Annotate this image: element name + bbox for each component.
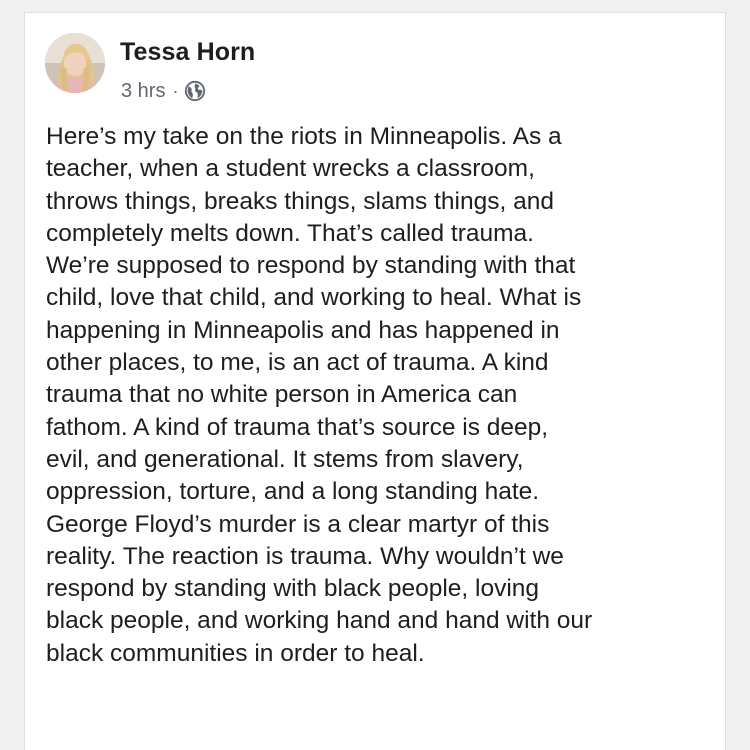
post-text-line: black communities in order to heal.: [46, 639, 425, 667]
post-text-line: black people, and working hand and hand …: [46, 607, 593, 635]
post-text-line: Here’s my take on the riots in Minneapol…: [46, 123, 562, 150]
author-name[interactable]: Tessa Horn: [120, 37, 255, 67]
avatar-photo: [45, 33, 105, 93]
post-text-line: happening in Minneapolis and has happene…: [46, 316, 560, 344]
post-timestamp[interactable]: 3 hrs: [121, 80, 165, 103]
post-text-line: George Floyd’s murder is a clear martyr …: [46, 510, 550, 538]
post-text-line: other places, to me, is an act of trauma…: [46, 349, 549, 377]
post-text-line: throws things, breaks things, slams thin…: [46, 187, 554, 215]
post-text-line: We’re supposed to respond by standing wi…: [46, 252, 576, 280]
post-text-line: trauma that no white person in America c…: [46, 381, 518, 409]
post-text-line: respond by standing with black people, l…: [46, 575, 540, 603]
post-header: Tessa Horn 3 hrs ·: [45, 33, 705, 123]
post-text-line: evil, and generational. It stems from sl…: [46, 445, 524, 473]
post-text-line: oppression, torture, and a long standing…: [46, 478, 540, 506]
globe-icon[interactable]: [184, 80, 206, 102]
post-card: Tessa Horn 3 hrs · Here’s my take on the…: [24, 12, 726, 750]
avatar[interactable]: [45, 33, 105, 93]
post-text-line: fathom. A kind of trauma that’s source i…: [46, 413, 549, 441]
meta-separator: ·: [172, 80, 179, 101]
post-text-line: completely melts down. That’s called tra…: [46, 219, 534, 247]
post-meta: 3 hrs ·: [121, 77, 206, 105]
post-text-line: child, love that child, and working to h…: [46, 284, 582, 312]
post-text-line: reality. The reaction is trauma. Why wou…: [46, 542, 564, 570]
post-text-line: teacher, when a student wrecks a classro…: [46, 155, 535, 183]
post-text: Here’s my take on the riots in Minneapol…: [46, 121, 718, 670]
